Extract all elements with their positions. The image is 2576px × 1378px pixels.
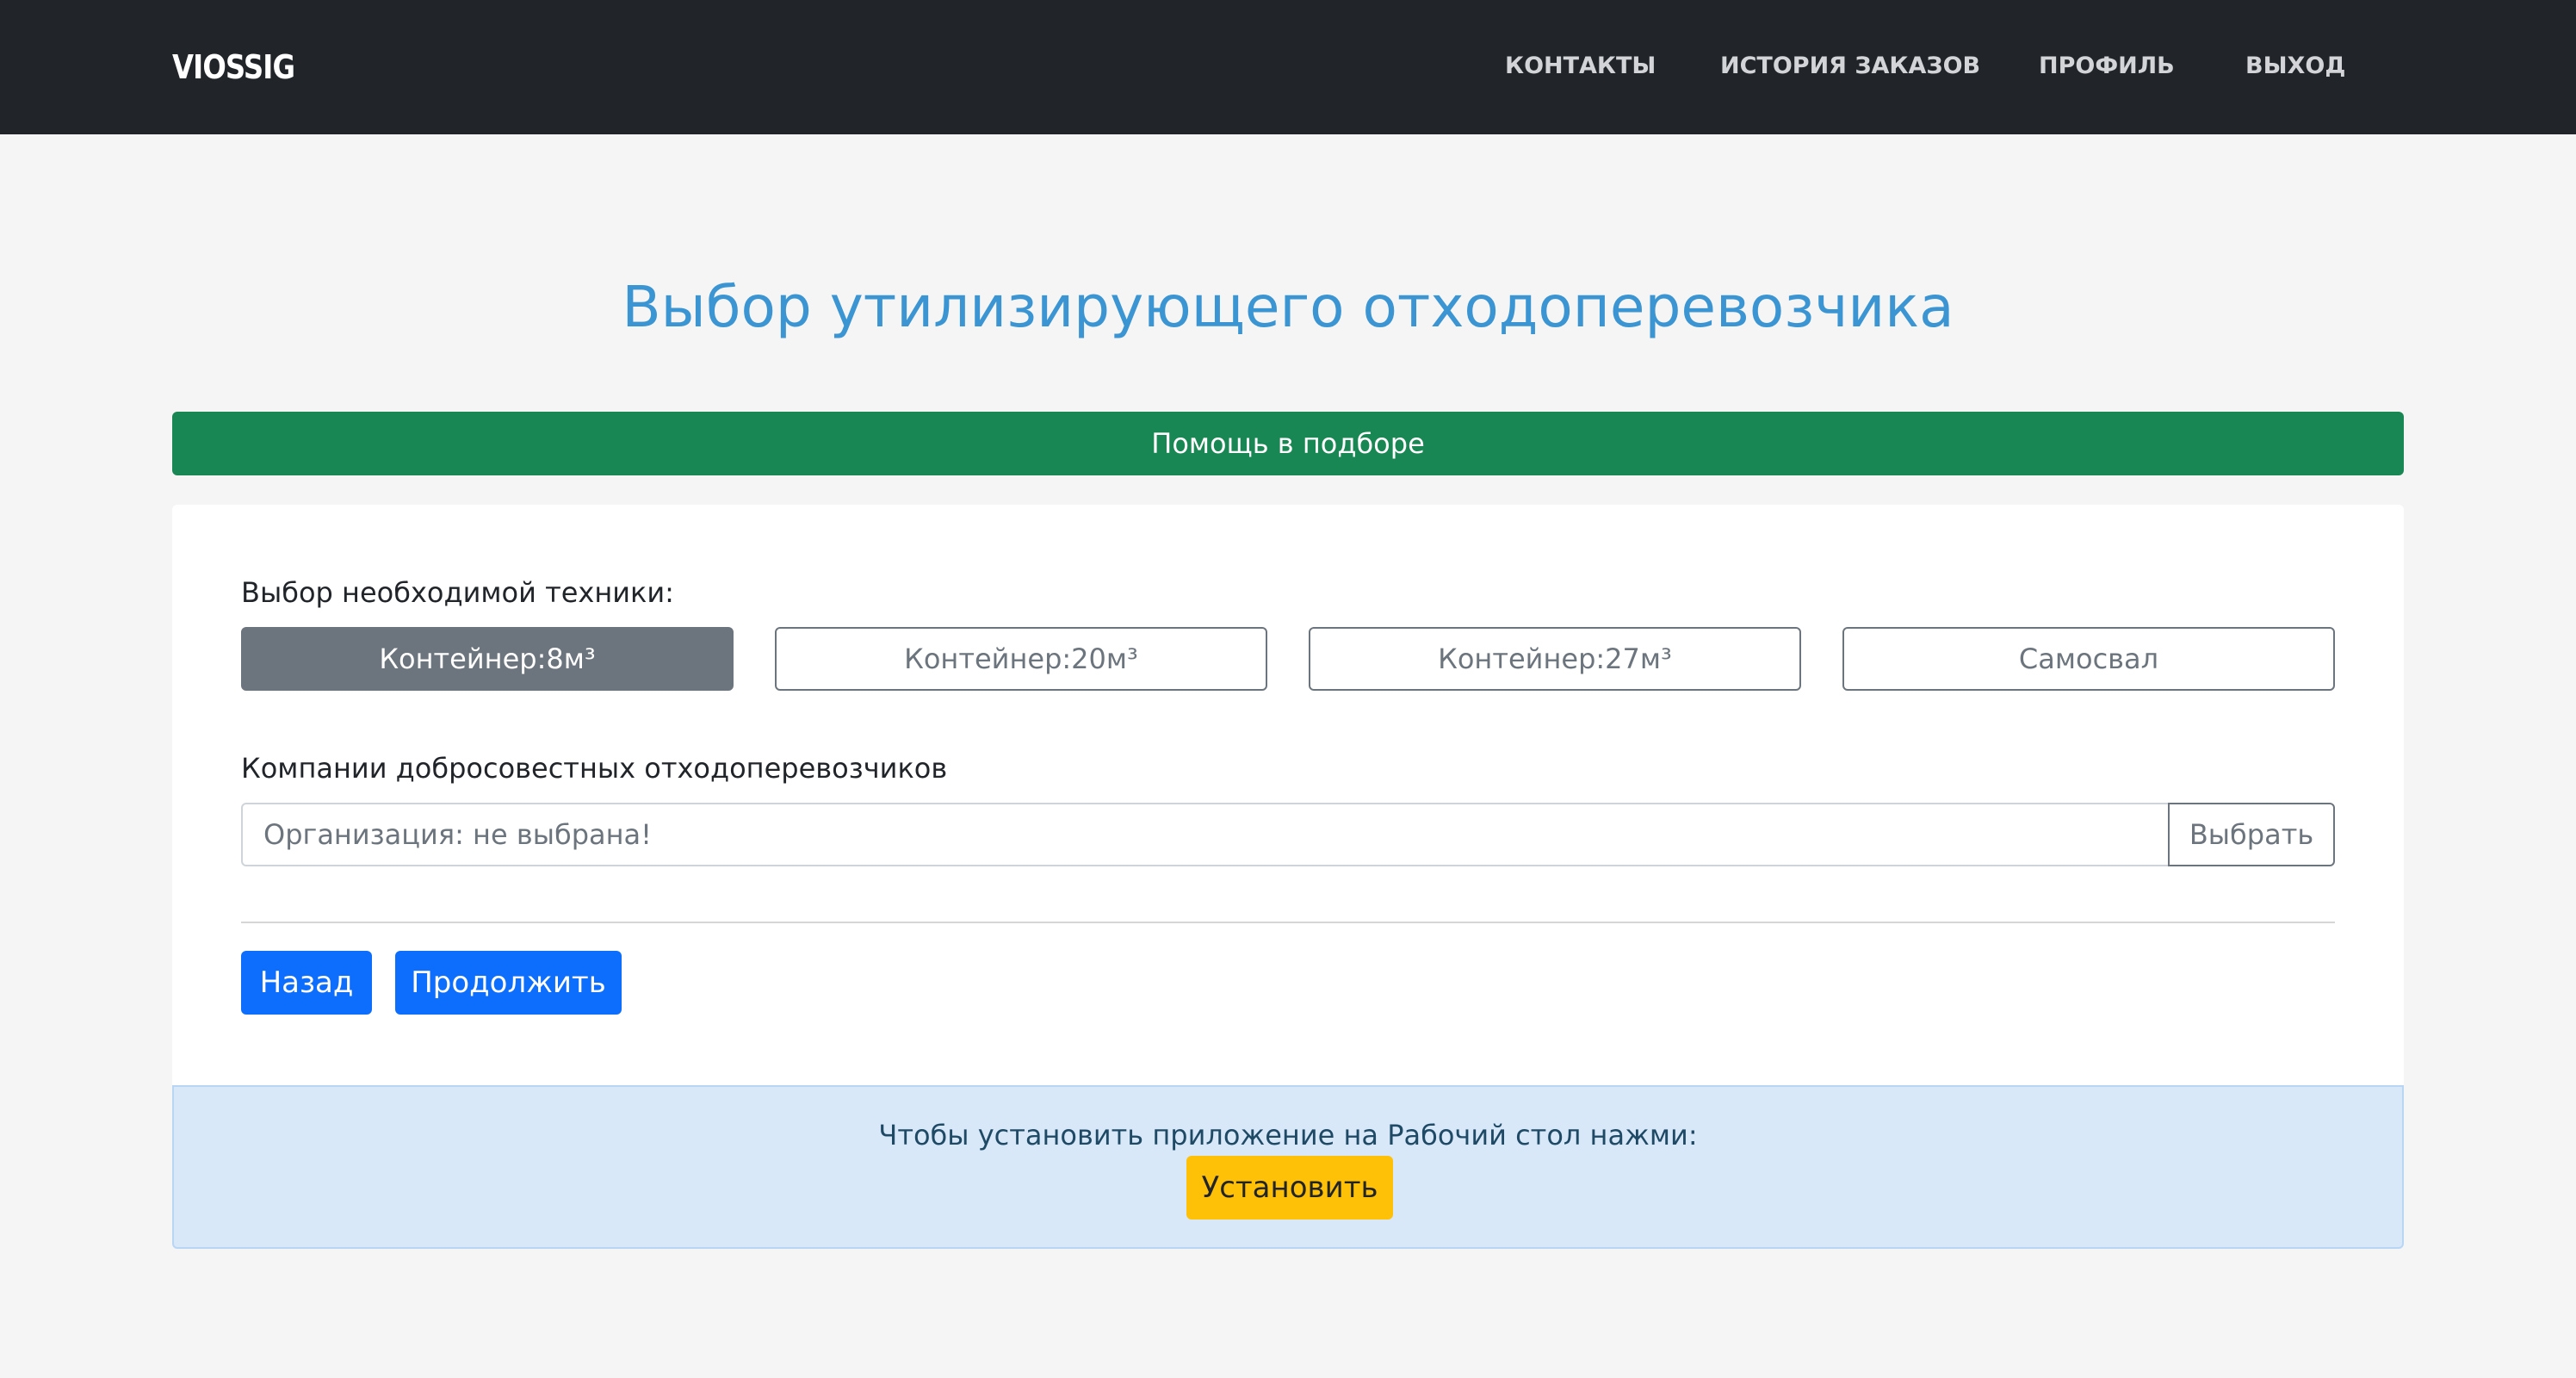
- equipment-option-dump-truck[interactable]: Самосвал: [1842, 627, 2335, 691]
- companies-label: Компании добросовестных отходоперевозчик…: [241, 752, 948, 785]
- back-button[interactable]: Назад: [241, 951, 372, 1015]
- equipment-option-container-8[interactable]: Контейнер:8м³: [241, 627, 734, 691]
- page-title: Выбор утилизирующего отходоперевозчика: [622, 274, 1954, 340]
- help-selection-button[interactable]: Помощь в подборе: [172, 412, 2404, 475]
- equipment-option-container-27[interactable]: Контейнер:27м³: [1309, 627, 1801, 691]
- install-button[interactable]: Установить: [1186, 1156, 1393, 1220]
- continue-button[interactable]: Продолжить: [395, 951, 622, 1015]
- organization-field[interactable]: Организация: не выбрана!: [241, 803, 2170, 866]
- top-navbar: VIOSSIG КОНТАКТЫ ИСТОРИЯ ЗАКАЗОВ ПРОФИЛЬ…: [0, 0, 2576, 134]
- equipment-option-container-20[interactable]: Контейнер:20м³: [775, 627, 1267, 691]
- logo[interactable]: VIOSSIG: [172, 47, 295, 88]
- nav-link-contacts[interactable]: КОНТАКТЫ: [1505, 50, 1656, 83]
- install-banner: Чтобы установить приложение на Рабочий с…: [172, 1085, 2404, 1249]
- selection-card: Выбор необходимой техники: Контейнер:8м³…: [172, 505, 2404, 1085]
- nav-link-profile[interactable]: ПРОФИЛЬ: [2039, 50, 2175, 83]
- divider: [241, 922, 2335, 923]
- nav-link-order-history[interactable]: ИСТОРИЯ ЗАКАЗОВ: [1720, 50, 1980, 83]
- install-text: Чтобы установить приложение на Рабочий с…: [878, 1119, 1698, 1151]
- equipment-label: Выбор необходимой техники:: [241, 576, 674, 609]
- nav-link-logout[interactable]: ВЫХОД: [2245, 50, 2345, 83]
- pick-organization-button[interactable]: Выбрать: [2168, 803, 2335, 866]
